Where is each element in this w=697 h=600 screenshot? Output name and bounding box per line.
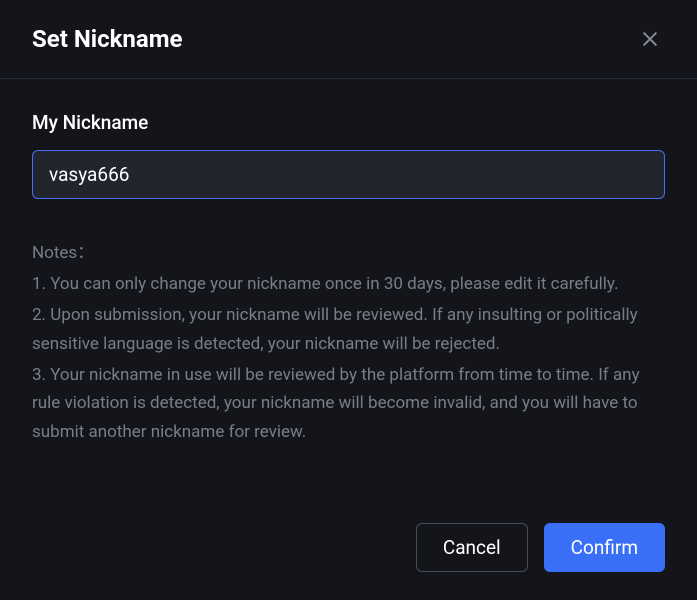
nickname-input[interactable] [32,150,665,199]
note-item: 2. Upon submission, your nickname will b… [32,301,665,359]
modal-header: Set Nickname [0,0,697,79]
nickname-label: My Nickname [32,111,665,134]
note-item: 1. You can only change your nickname onc… [32,270,665,299]
close-icon [639,28,661,50]
notes-section: Notes： 1. You can only change your nickn… [32,239,665,447]
note-item: 3. Your nickname in use will be reviewed… [32,361,665,448]
modal-title: Set Nickname [32,25,182,53]
close-button[interactable] [635,24,665,54]
cancel-button[interactable]: Cancel [416,523,528,572]
confirm-button[interactable]: Confirm [544,523,665,572]
modal-body: My Nickname Notes： 1. You can only chang… [0,79,697,447]
modal-footer: Cancel Confirm [0,495,697,600]
notes-heading: Notes： [32,239,665,268]
